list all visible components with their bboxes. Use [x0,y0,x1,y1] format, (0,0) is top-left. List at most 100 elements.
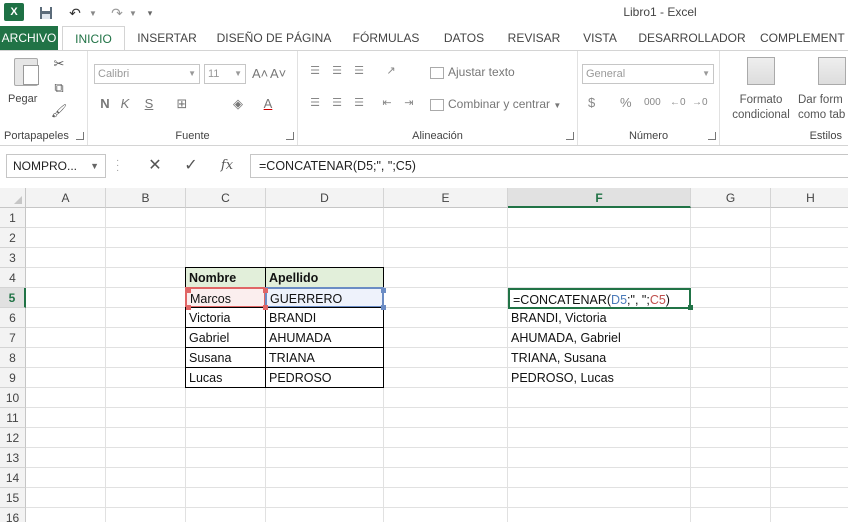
cancel-button[interactable]: ✕ [140,156,170,176]
reference-handle[interactable] [263,305,268,310]
percent-button[interactable]: % [620,95,632,110]
dialog-launcher-icon[interactable] [566,132,574,140]
row-header-5[interactable]: 5 [0,288,26,308]
apellido-cell[interactable]: GUERRERO [265,287,384,308]
cell-d12[interactable] [266,428,384,448]
cell-g14[interactable] [691,468,771,488]
cell-e1[interactable] [384,208,508,228]
row-header-12[interactable]: 12 [0,428,26,448]
currency-button[interactable]: $ [588,95,595,110]
cell-h9[interactable] [771,368,848,388]
nombre-cell[interactable]: Gabriel [185,327,266,348]
customize-toolbar-icon[interactable]: ▾ [144,3,156,23]
cell-f14[interactable] [508,468,691,488]
table-header-nombre[interactable]: Nombre [185,267,266,288]
cell-e12[interactable] [384,428,508,448]
cell-e11[interactable] [384,408,508,428]
cell-g3[interactable] [691,248,771,268]
cell-d2[interactable] [266,228,384,248]
cell-g11[interactable] [691,408,771,428]
redo-icon[interactable]: ↷ [108,3,126,23]
decrease-decimal-icon[interactable]: →0 [692,97,708,108]
decrease-indent-icon[interactable]: ⇤ [378,95,396,111]
row-header-2[interactable]: 2 [0,228,26,248]
column-header-e[interactable]: E [384,188,508,208]
cell-c2[interactable] [186,228,266,248]
cell-b1[interactable] [106,208,186,228]
cell-c12[interactable] [186,428,266,448]
name-box[interactable]: NOMPRO... ▼ [6,154,106,178]
column-header-d[interactable]: D [266,188,384,208]
cell-b13[interactable] [106,448,186,468]
cell-b11[interactable] [106,408,186,428]
cell-b6[interactable] [106,308,186,328]
row-header-7[interactable]: 7 [0,328,26,348]
cell-g2[interactable] [691,228,771,248]
cell-d3[interactable] [266,248,384,268]
cell-b16[interactable] [106,508,186,522]
wrap-text-button[interactable]: Ajustar texto [430,65,515,79]
column-header-a[interactable]: A [26,188,106,208]
align-left-icon[interactable]: ☰ [306,95,324,111]
cell-g1[interactable] [691,208,771,228]
excel-logo-icon[interactable]: X [4,3,24,21]
increase-decimal-icon[interactable]: ←0 [670,97,686,108]
cell-f16[interactable] [508,508,691,522]
format-as-table-button[interactable]: Dar form como tab [798,55,848,123]
cell-b15[interactable] [106,488,186,508]
number-format-select[interactable]: General ▼ [582,64,714,84]
cell-h3[interactable] [771,248,848,268]
cell-b10[interactable] [106,388,186,408]
cell-f12[interactable] [508,428,691,448]
thousands-button[interactable]: 000 [644,97,661,108]
nombre-cell[interactable]: Victoria [185,307,266,328]
cell-a8[interactable] [26,348,106,368]
underline-button[interactable]: S [142,95,156,113]
row-header-11[interactable]: 11 [0,408,26,428]
cell-a1[interactable] [26,208,106,228]
font-name-select[interactable]: Calibri ▼ [94,64,200,84]
cell-e16[interactable] [384,508,508,522]
cell-e5[interactable] [384,288,508,308]
row-header-3[interactable]: 3 [0,248,26,268]
select-all-button[interactable] [0,188,26,208]
cell-b8[interactable] [106,348,186,368]
cell-a15[interactable] [26,488,106,508]
tab-vista[interactable]: VISTA [576,26,624,50]
row-header-16[interactable]: 16 [0,508,26,522]
cell-d13[interactable] [266,448,384,468]
merge-center-button[interactable]: Combinar y centrar ▼ [430,97,561,111]
cell-g15[interactable] [691,488,771,508]
cell-g9[interactable] [691,368,771,388]
result-cell-f8[interactable]: TRIANA, Susana [508,348,691,368]
bold-button[interactable]: N [98,95,112,113]
column-header-f[interactable]: F [508,188,691,208]
cell-e3[interactable] [384,248,508,268]
apellido-cell[interactable]: BRANDI [265,307,384,328]
cell-g12[interactable] [691,428,771,448]
cell-h2[interactable] [771,228,848,248]
cell-e4[interactable] [384,268,508,288]
worksheet-grid[interactable]: A B C D E F G H 1 2 3 4 5 6 7 8 9 10 11 12 13 14 15 16 Nombre Ape… [0,188,848,522]
cell-c1[interactable] [186,208,266,228]
format-painter-icon[interactable]: 🖌 [50,102,68,120]
tab-revisar[interactable]: REVISAR [504,26,564,50]
row-header-14[interactable]: 14 [0,468,26,488]
tab-archivo[interactable]: ARCHIVO [0,26,58,50]
cell-c14[interactable] [186,468,266,488]
result-cell-f9[interactable]: PEDROSO, Lucas [508,368,691,388]
tab-datos[interactable]: DATOS [436,26,492,50]
reference-handle[interactable] [381,305,386,310]
cell-h5[interactable] [771,288,848,308]
cell-f13[interactable] [508,448,691,468]
formula-input[interactable]: =CONCATENAR(D5;", ";C5) [250,154,848,178]
cell-h4[interactable] [771,268,848,288]
column-header-b[interactable]: B [106,188,186,208]
borders-icon[interactable]: ⊞ [172,95,192,113]
enter-button[interactable]: ✓ [176,156,206,176]
row-header-9[interactable]: 9 [0,368,26,388]
cell-d15[interactable] [266,488,384,508]
shrink-font-button[interactable]: A˅ [270,65,286,83]
cell-f11[interactable] [508,408,691,428]
row-header-10[interactable]: 10 [0,388,26,408]
